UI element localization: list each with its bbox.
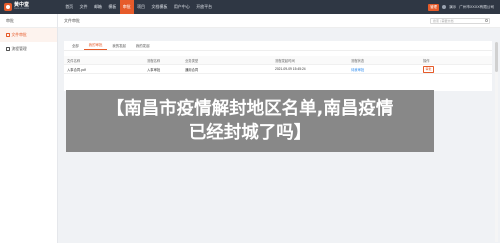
search-input[interactable]: 搜索 | 需要文档 xyxy=(430,17,490,24)
document-icon xyxy=(6,33,10,37)
nav-item-approval[interactable]: 审批 xyxy=(119,0,134,14)
flow-name: 入事审批 xyxy=(147,67,161,72)
column-header: 操作 xyxy=(423,58,430,63)
nav-item-doc-templates[interactable]: 文档模板 xyxy=(148,0,170,14)
nav-item-user-center[interactable]: 用户中心 xyxy=(171,0,193,14)
banner-line-2: 已经封城了吗】 xyxy=(188,123,312,143)
table-header: 文件名称 流程名称 业务类型 流程发起时间 流程状态 操作 xyxy=(64,56,492,65)
file-name[interactable]: 入事合同.pdf xyxy=(64,67,144,72)
tab-all[interactable]: 全部 xyxy=(67,43,84,50)
search-placeholder: 搜索 | 需要文档 xyxy=(433,18,454,23)
flow-status[interactable]: 待我审批 xyxy=(348,67,420,72)
user-icon xyxy=(442,5,447,9)
scrollbar[interactable] xyxy=(495,42,498,242)
nav-item-projects[interactable]: 项目 xyxy=(134,0,148,14)
flow-icon xyxy=(6,47,10,51)
user-name[interactable]: 演示 xyxy=(449,5,456,10)
sidebar-header: 审批 xyxy=(0,14,57,28)
admin-badge[interactable]: 管理 xyxy=(428,3,440,11)
column-header: 流程名称 xyxy=(147,58,161,63)
search-icon[interactable] xyxy=(485,19,488,22)
sidebar-item-label: 流程管理 xyxy=(11,46,27,51)
page-title: 文件审批 xyxy=(64,17,80,23)
sidebar: 审批 文件审批 流程管理 xyxy=(0,14,58,243)
nav-item-home[interactable]: 首页 xyxy=(62,0,76,14)
logo-subtitle: www.xxx.com xyxy=(14,7,30,11)
nav-item-templates[interactable]: 模板 xyxy=(105,0,119,14)
column-header: 业务类型 xyxy=(185,58,199,63)
column-header: 流程状态 xyxy=(351,58,365,63)
scrollbar-thumb[interactable] xyxy=(495,42,498,72)
approval-table: 文件名称 流程名称 业务类型 流程发起时间 流程状态 操作 入事合同.pdf 入… xyxy=(64,56,492,74)
sidebar-item-flow-management[interactable]: 流程管理 xyxy=(0,42,57,56)
approval-panel: 全部 我的审批 我的发起 我的发起 文件名称 流程名称 业务类型 流程发起时间 … xyxy=(64,41,492,91)
logo-icon xyxy=(4,3,12,11)
sidebar-item-file-approval[interactable]: 文件审批 xyxy=(0,28,57,42)
start-time: 2021-09-09 15:45:24 xyxy=(275,67,306,71)
nav-item-files[interactable]: 文件 xyxy=(76,0,90,14)
banner-line-1: 【南昌市疫情解封地区名单,南昌疫情 xyxy=(106,99,394,119)
top-navigation: 黄中堂 www.xxx.com 首页 文件 邮箱 模板 审批 项目 文档模板 用… xyxy=(0,0,500,14)
tab-my-approval[interactable]: 我的审批 xyxy=(83,42,108,50)
sidebar-item-label: 文件审批 xyxy=(11,32,27,37)
page-header: 文件审批 搜索 | 需要文档 xyxy=(58,14,500,28)
nav-user-area: 管理 演示 广州市XXXX有限公司 xyxy=(428,0,500,14)
nav-menu: 首页 文件 邮箱 模板 审批 项目 文档模板 用户中心 开放平台 xyxy=(62,0,215,14)
nav-item-open-platform[interactable]: 开放平台 xyxy=(193,0,215,14)
logo[interactable]: 黄中堂 www.xxx.com xyxy=(0,3,62,11)
column-header: 文件名称 xyxy=(67,58,81,63)
tab-bar: 全部 我的审批 我的发起 我的发起 xyxy=(64,41,492,51)
approve-button[interactable]: 审批 xyxy=(423,65,435,73)
nav-item-mail[interactable]: 邮箱 xyxy=(91,0,105,14)
column-header: 流程发起时间 xyxy=(275,58,295,63)
table-row[interactable]: 入事合同.pdf 入事审批 通用合同 2021-09-09 15:45:24 待… xyxy=(64,65,492,74)
tab-my-initiated-2[interactable]: 我的发起 xyxy=(131,43,155,50)
tab-my-initiated[interactable]: 我的发起 xyxy=(107,43,131,50)
overlay-banner: 【南昌市疫情解封地区名单,南昌疫情 已经封城了吗】 xyxy=(66,90,434,152)
business-type: 通用合同 xyxy=(185,67,199,72)
company-name[interactable]: 广州市XXXX有限公司 xyxy=(459,5,494,10)
